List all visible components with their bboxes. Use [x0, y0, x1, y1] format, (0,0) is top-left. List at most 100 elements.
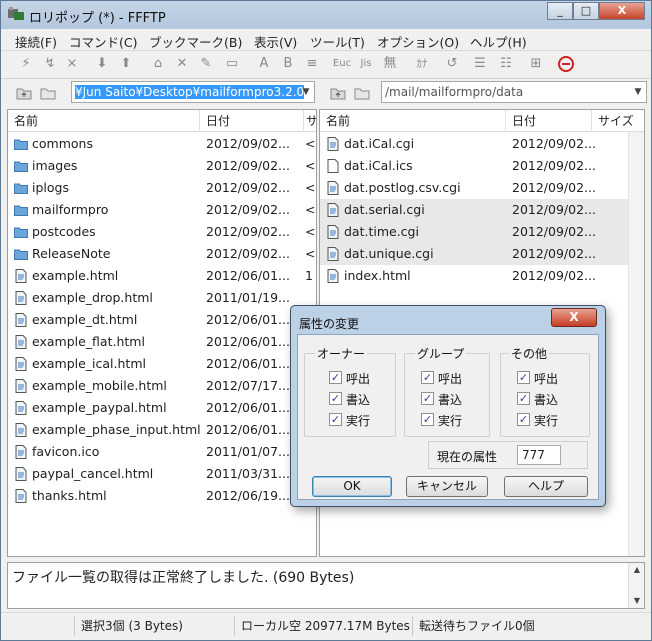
remote-file-row[interactable]: index.html 2012/09/02... — [320, 265, 628, 287]
local-file-row[interactable]: example_dt.html 2012/06/01... — [8, 309, 316, 331]
cancel-button[interactable]: キャンセル — [406, 476, 488, 497]
local-file-row[interactable]: example_phase_input.html 2012/06/01... — [8, 419, 316, 441]
file-size: < — [305, 180, 316, 195]
file-date: 2012/09/02... — [512, 268, 596, 283]
remote-file-row[interactable]: dat.serial.cgi 2012/09/02... — [320, 199, 628, 221]
title-bar[interactable]: ロリポップ (*) - FFFTP _ □ X — [1, 1, 651, 29]
ok-button[interactable]: OK — [312, 476, 392, 497]
file-name: dat.serial.cgi — [344, 202, 425, 217]
remote-file-row[interactable]: dat.unique.cgi 2012/09/02... — [320, 243, 628, 265]
help-button[interactable]: ヘルプ — [504, 476, 588, 497]
remote-file-row[interactable]: dat.iCal.cgi 2012/09/02... — [320, 133, 628, 155]
euc-icon[interactable]: Euc — [331, 55, 353, 73]
auto-mode-icon[interactable]: ≡ — [303, 55, 321, 73]
quick-connect-icon[interactable]: ↯ — [41, 55, 59, 73]
log-area[interactable]: ファイル一覧の取得は正常終了しました. (690 Bytes) ▲ ▼ — [7, 562, 645, 609]
download-icon[interactable]: ⬇ — [93, 55, 111, 73]
current-attr-input[interactable]: 777 — [517, 445, 561, 465]
parent-folder-icon[interactable] — [15, 85, 33, 101]
refresh-icon[interactable]: ↺ — [443, 55, 461, 73]
column-name[interactable]: 名前 — [8, 110, 200, 132]
minimize-button[interactable]: _ — [547, 2, 573, 20]
scroll-down-icon[interactable]: ▼ — [629, 594, 645, 608]
menu-view[interactable]: 表示(V) — [254, 32, 297, 51]
current-attr-box: 現在の属性 777 — [428, 441, 588, 469]
remote-path-input[interactable]: /mail/mailformpro/data ▼ — [381, 81, 647, 103]
open-folder-icon[interactable] — [353, 85, 371, 101]
local-path-input[interactable]: ¥Jun Saito¥Desktop¥mailformpro3.2.0 ▼ — [71, 81, 315, 103]
kana-icon[interactable]: ｶﾅ — [411, 55, 433, 73]
local-file-row[interactable]: example_paypal.html 2012/06/01... — [8, 397, 316, 419]
attribute-dialog: 属性の変更 X オーナー ✓ 呼出 ✓ 書込 ✓ 実行 グループ ✓ 呼出 ✓ 書込 ✓ 実… — [290, 305, 606, 507]
menu-tools[interactable]: ツール(T) — [310, 32, 365, 51]
local-file-row[interactable]: example.html 2012/06/01... 1 — [8, 265, 316, 287]
remote-scrollbar[interactable] — [628, 132, 644, 556]
local-file-row[interactable]: mailformpro 2012/09/02... < — [8, 199, 316, 221]
remote-file-row[interactable]: dat.postlog.csv.cgi 2012/09/02... — [320, 177, 628, 199]
column-size[interactable]: サ — [304, 110, 316, 132]
local-file-row[interactable]: example_drop.html 2011/01/19... — [8, 287, 316, 309]
column-date[interactable]: 日付 — [200, 110, 304, 132]
folder-icon — [14, 227, 28, 238]
local-file-row[interactable]: commons 2012/09/02... < — [8, 133, 316, 155]
chevron-down-icon[interactable]: ▼ — [630, 82, 646, 102]
open-folder-icon[interactable] — [39, 85, 57, 101]
local-file-row[interactable]: ReleaseNote 2012/09/02... < — [8, 243, 316, 265]
remote-file-row[interactable]: dat.time.cgi 2012/09/02... — [320, 221, 628, 243]
disconnect-icon[interactable]: ⨯ — [63, 55, 81, 73]
upload-icon[interactable]: ⬆ — [117, 55, 135, 73]
scroll-up-icon[interactable]: ▲ — [629, 563, 645, 577]
log-scrollbar[interactable]: ▲ ▼ — [628, 563, 644, 608]
local-file-row[interactable]: example_flat.html 2012/06/01... — [8, 331, 316, 353]
local-file-row[interactable]: example_ical.html 2012/06/01... — [8, 353, 316, 375]
rename-icon[interactable]: ✎ — [197, 55, 215, 73]
no-convert-icon[interactable]: 無 — [381, 55, 399, 73]
file-date: 2012/06/01... — [206, 312, 290, 327]
remote-file-row[interactable]: dat.iCal.ics 2012/09/02... — [320, 155, 628, 177]
chevron-down-icon[interactable]: ▼ — [298, 82, 314, 102]
status-selection: 選択3個 (3 Bytes) — [75, 616, 235, 636]
column-name[interactable]: 名前 — [320, 110, 506, 132]
column-date[interactable]: 日付 — [506, 110, 592, 132]
file-name: example_ical.html — [32, 356, 146, 371]
menu-connect[interactable]: 接続(F) — [15, 32, 57, 51]
file-date: 2011/01/07... — [206, 444, 290, 459]
mkdir-icon[interactable]: ▭ — [223, 55, 241, 73]
local-file-row[interactable]: paypal_cancel.html 2011/03/31... — [8, 463, 316, 485]
parent-folder-icon[interactable] — [329, 85, 347, 101]
list-view-icon[interactable]: ☰ — [471, 55, 489, 73]
delete-icon[interactable]: ✕ — [173, 55, 191, 73]
local-file-row[interactable]: iplogs 2012/09/02... < — [8, 177, 316, 199]
local-file-row[interactable]: thanks.html 2012/06/19... — [8, 485, 316, 507]
menu-help[interactable]: ヘルプ(H) — [470, 32, 527, 51]
jis-icon[interactable]: Jis — [355, 55, 377, 73]
file-name: dat.iCal.cgi — [344, 136, 415, 151]
local-file-row[interactable]: postcodes 2012/09/02... < — [8, 221, 316, 243]
menu-command[interactable]: コマンド(C) — [69, 32, 137, 51]
detail-view-icon[interactable]: ☷ — [497, 55, 515, 73]
local-file-list[interactable]: 名前 日付 サ commons 2012/09/02... < images 2012/… — [7, 109, 317, 557]
folder-icon — [14, 139, 28, 150]
home-icon[interactable]: ⌂ — [149, 55, 167, 73]
local-file-row[interactable]: example_mobile.html 2012/07/17... — [8, 375, 316, 397]
local-path-bar: ¥Jun Saito¥Desktop¥mailformpro3.2.0 ▼ — [1, 81, 317, 105]
file-name: paypal_cancel.html — [32, 466, 154, 481]
maximize-button[interactable]: □ — [573, 2, 599, 20]
connect-icon[interactable]: ⚡ — [17, 55, 35, 73]
ascii-mode-icon[interactable]: A — [255, 55, 273, 73]
owner-exec-label: 実行 — [346, 414, 371, 428]
file-name: example_dt.html — [32, 312, 138, 327]
local-file-row[interactable]: images 2012/09/02... < — [8, 155, 316, 177]
window-title: ロリポップ (*) - FFFTP — [29, 11, 166, 26]
menu-options[interactable]: オプション(O) — [377, 32, 459, 51]
binary-mode-icon[interactable]: B — [279, 55, 297, 73]
local-file-row[interactable]: favicon.ico 2011/01/07... — [8, 441, 316, 463]
dialog-close-button[interactable]: X — [551, 308, 597, 327]
log-message: ファイル一覧の取得は正常終了しました. (690 Bytes) — [12, 570, 355, 586]
close-button[interactable]: X — [599, 2, 645, 20]
sync-icon[interactable]: ⊞ — [527, 55, 545, 73]
column-size[interactable]: サイズ — [592, 110, 644, 132]
stop-icon[interactable] — [557, 55, 575, 73]
file-name: dat.time.cgi — [344, 224, 419, 239]
menu-bookmark[interactable]: ブックマーク(B) — [149, 32, 242, 51]
